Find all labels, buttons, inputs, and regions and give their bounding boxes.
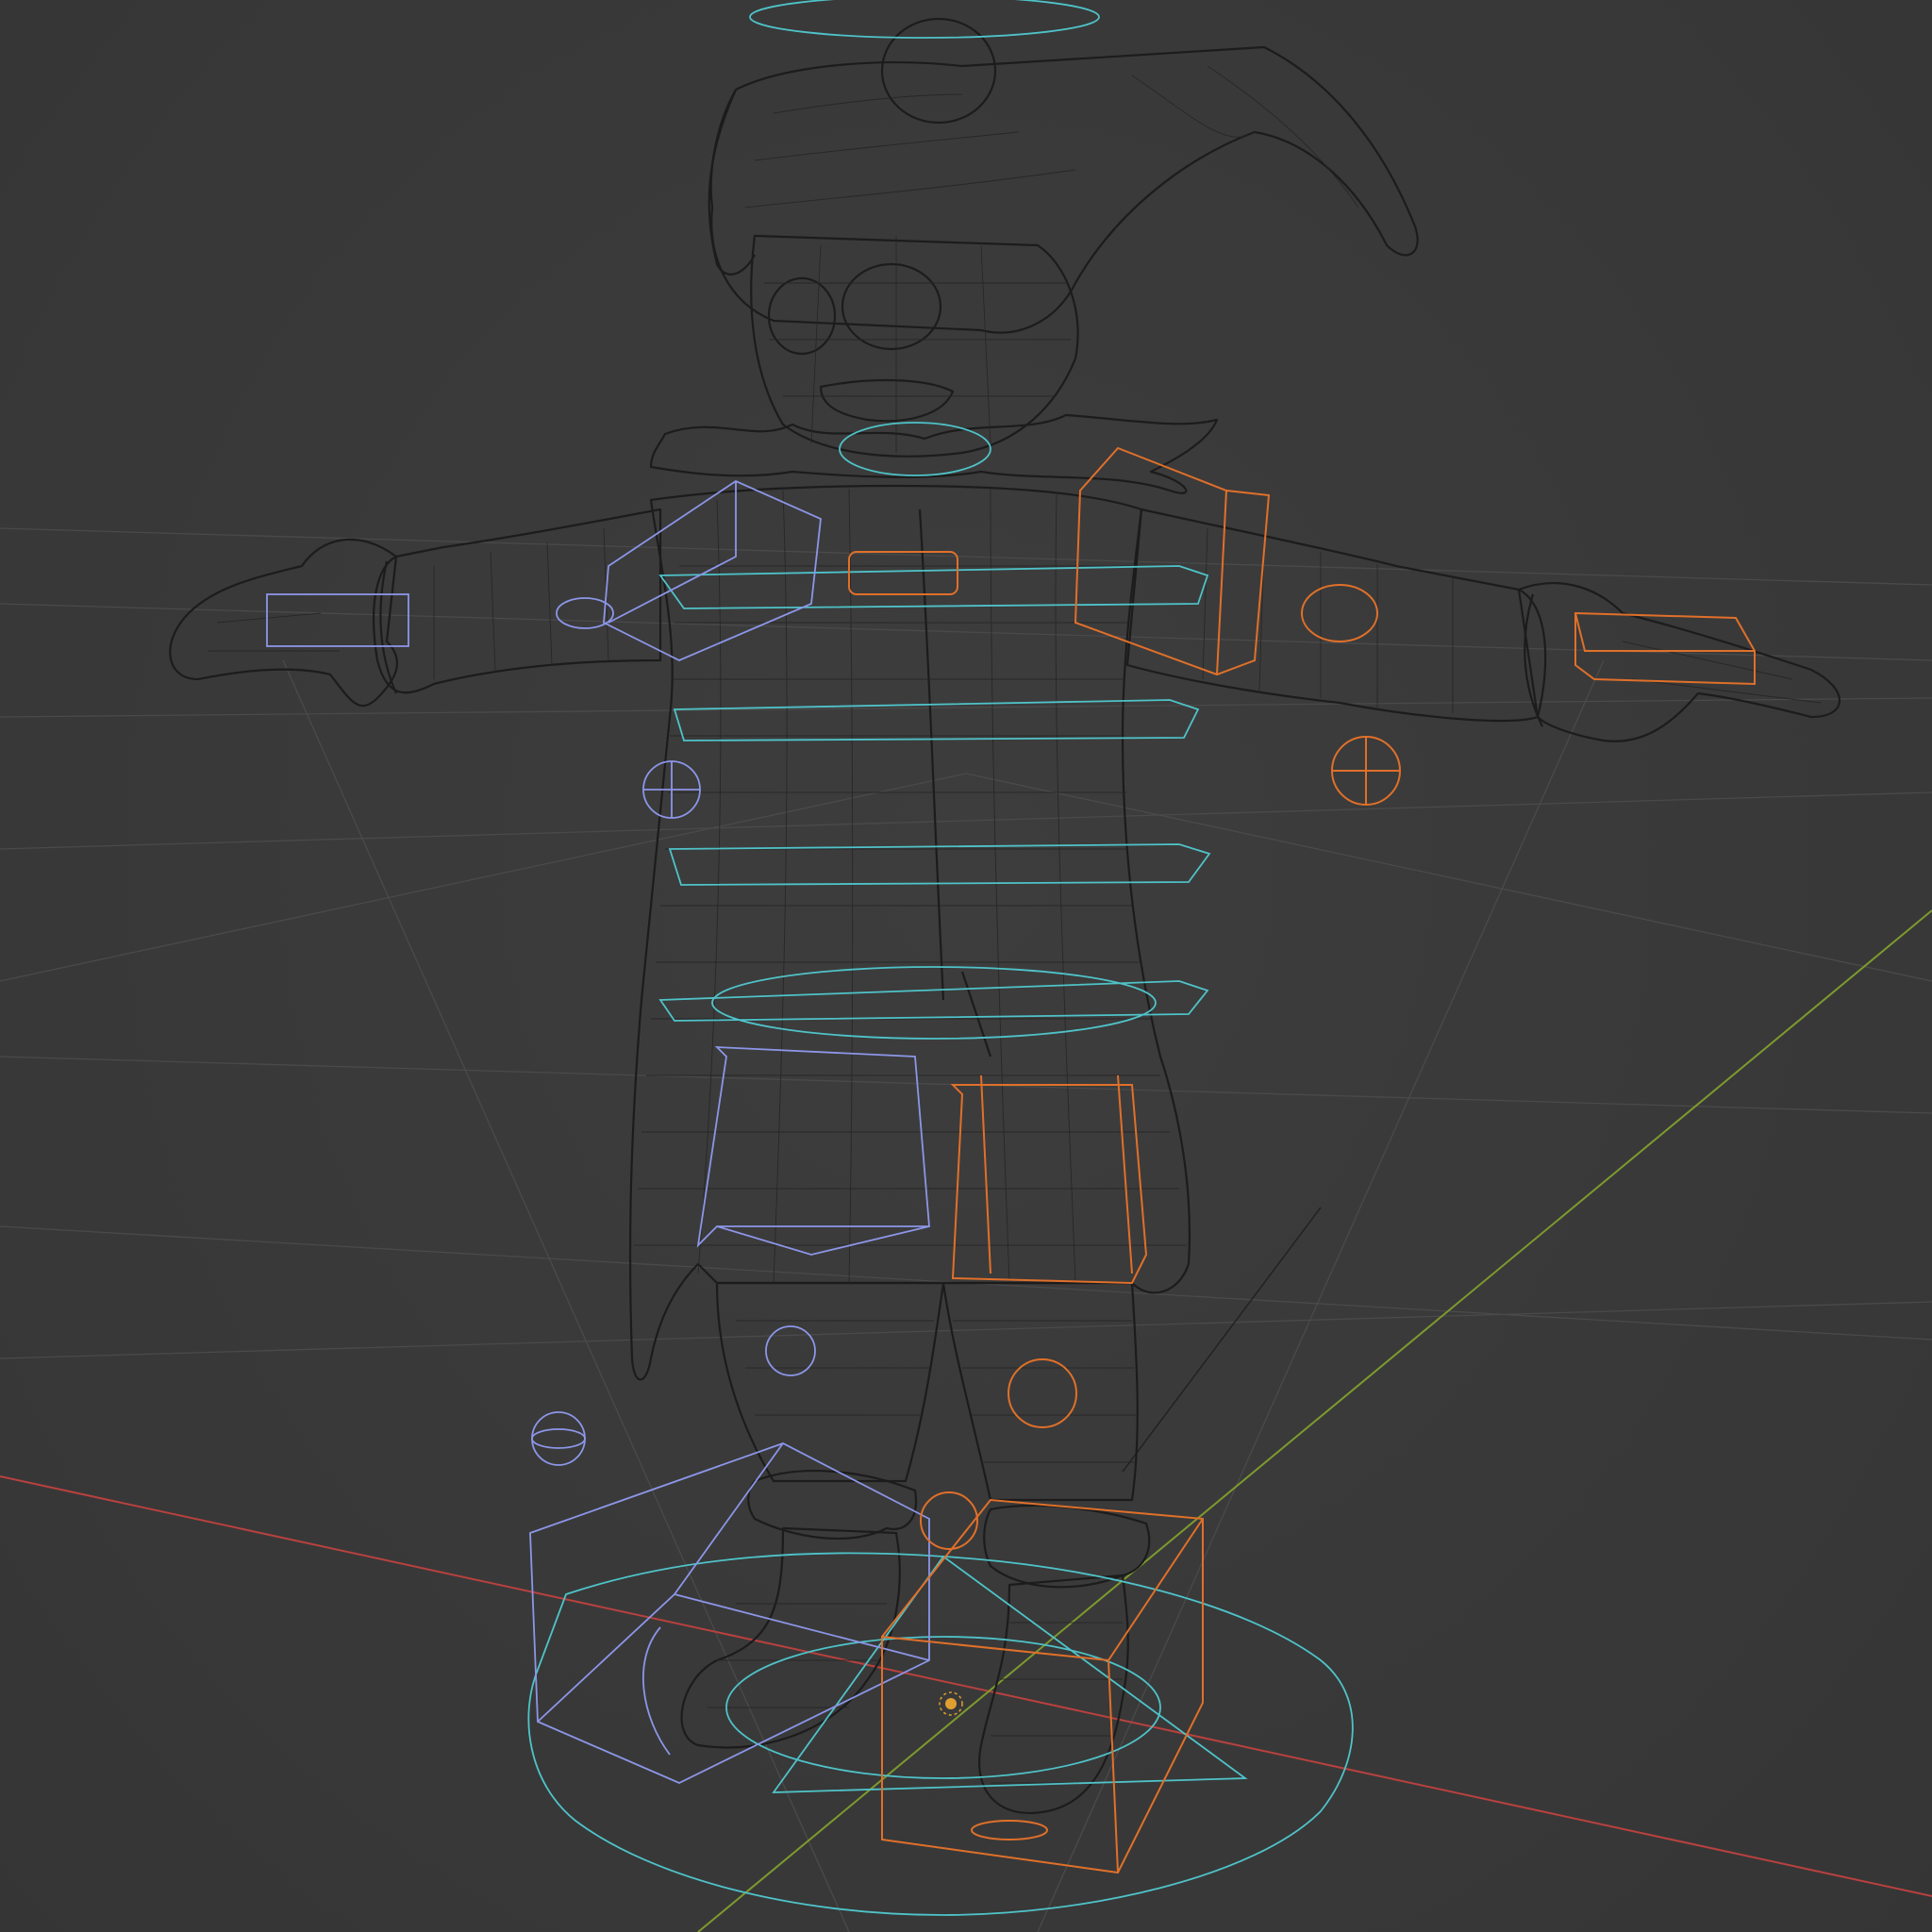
- spine-control-3[interactable]: [658, 980, 1209, 1022]
- y-axis-line: [697, 909, 1932, 1932]
- head-control[interactable]: [839, 422, 991, 476]
- left-leg-pole[interactable]: [531, 1411, 586, 1466]
- head-top-control[interactable]: [749, 0, 1100, 39]
- root-control[interactable]: [527, 1552, 1354, 1916]
- left-shoulder-control[interactable]: [603, 479, 822, 661]
- 3d-cursor-icon[interactable]: [939, 1691, 963, 1716]
- right-thigh-control[interactable]: [950, 1074, 1148, 1285]
- hips-control[interactable]: [711, 966, 1157, 1040]
- chest-control[interactable]: [658, 565, 1209, 609]
- right-elbow-pole[interactable]: [1301, 584, 1378, 642]
- viewport-canvas[interactable]: [0, 0, 1932, 1932]
- character-mesh[interactable]: [169, 17, 1840, 1814]
- left-heel-control[interactable]: [642, 1626, 671, 1756]
- guide-line: [1122, 1207, 1322, 1473]
- left-leg-pole-ring: [531, 1428, 586, 1449]
- x-axis-line: [0, 1475, 1932, 1897]
- right-clavicle-control[interactable]: [848, 551, 958, 595]
- right-knee-pole[interactable]: [1008, 1358, 1077, 1428]
- left-foot-control[interactable]: [529, 1442, 930, 1784]
- mesh-wire-detail: [208, 65, 1822, 1784]
- rig-right-controls[interactable]: [848, 446, 1756, 1874]
- 3d-viewport[interactable]: [0, 0, 1932, 1932]
- right-heel-control[interactable]: [971, 1820, 1048, 1840]
